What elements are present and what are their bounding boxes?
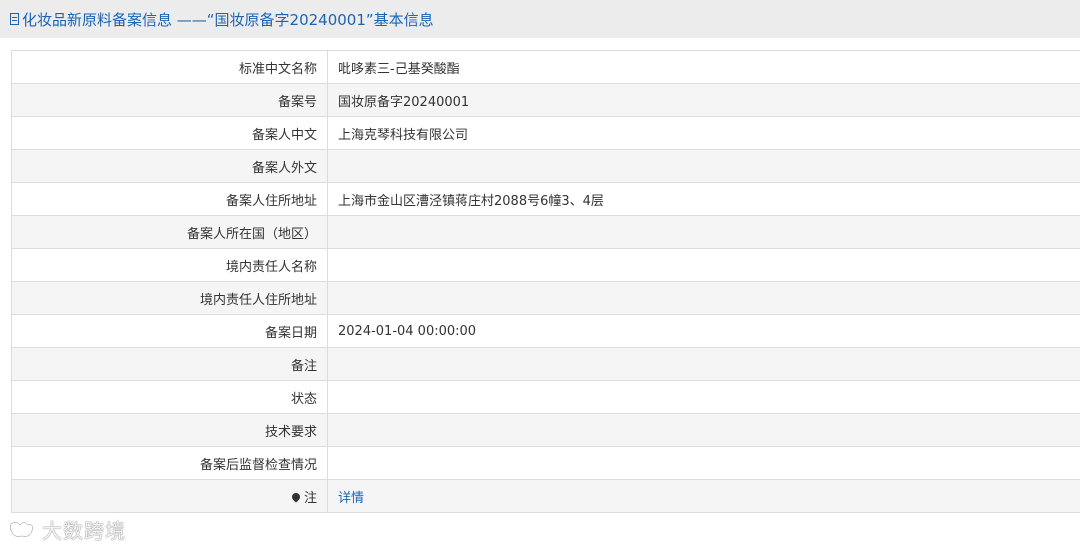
- row-label: 标准中文名称: [11, 50, 328, 84]
- row-value: 吡哆素三-己基癸酸酯: [327, 50, 1080, 84]
- row-label: 备案号: [11, 83, 328, 117]
- row-value: [327, 446, 1080, 480]
- row-label-text: 注: [303, 490, 317, 506]
- row-label: 备注: [11, 347, 328, 381]
- row-label: 备案人外文: [11, 149, 328, 183]
- watermark-logo-icon: [9, 520, 34, 537]
- details-link[interactable]: 详情: [338, 491, 364, 506]
- row-value: [327, 281, 1080, 315]
- table-row: 备注: [11, 347, 1080, 381]
- pin-icon: [290, 490, 302, 503]
- row-value: [327, 215, 1080, 249]
- info-table-container: 标准中文名称 吡哆素三-己基癸酸酯 备案号 国妆原备字20240001 备案人中…: [11, 50, 1080, 513]
- info-table: 标准中文名称 吡哆素三-己基癸酸酯 备案号 国妆原备字20240001 备案人中…: [11, 50, 1080, 513]
- row-label: 境内责任人名称: [11, 248, 328, 282]
- page: 化妆品新原料备案信息 ——“国妆原备字20240001”基本信息 标准中文名称 …: [0, 0, 1080, 550]
- row-value: [327, 248, 1080, 282]
- row-label: 境内责任人住所地址: [11, 281, 328, 315]
- document-icon: [10, 13, 19, 25]
- row-label-note: 注: [11, 479, 328, 513]
- watermark-text: 大数跨境: [42, 519, 126, 543]
- table-row: 注 详情: [11, 479, 1080, 513]
- page-header: 化妆品新原料备案信息 ——“国妆原备字20240001”基本信息: [0, 0, 1080, 38]
- table-row: 技术要求: [11, 413, 1080, 447]
- row-value: 上海克琴科技有限公司: [327, 116, 1080, 150]
- row-value: [327, 380, 1080, 414]
- row-value: [327, 149, 1080, 183]
- row-label: 备案日期: [11, 314, 328, 348]
- row-value-link: 详情: [327, 479, 1080, 513]
- row-label: 备案人所在国（地区）: [11, 215, 328, 249]
- row-label: 备案人中文: [11, 116, 328, 150]
- table-row: 境内责任人名称: [11, 248, 1080, 282]
- table-row: 备案人外文: [11, 149, 1080, 183]
- row-value: 国妆原备字20240001: [327, 83, 1080, 117]
- table-row: 状态: [11, 380, 1080, 414]
- row-value: [327, 347, 1080, 381]
- row-value: 2024-01-04 00:00:00: [327, 314, 1080, 348]
- row-value: [327, 413, 1080, 447]
- row-label: 技术要求: [11, 413, 328, 447]
- row-label: 备案人住所地址: [11, 182, 328, 216]
- watermark: 大数跨境: [8, 515, 126, 544]
- row-label: 状态: [11, 380, 328, 414]
- table-row: 备案号 国妆原备字20240001: [11, 83, 1080, 117]
- row-label: 备案后监督检查情况: [11, 446, 328, 480]
- table-row: 备案日期 2024-01-04 00:00:00: [11, 314, 1080, 348]
- row-value: 上海市金山区漕泾镇蒋庄村2088号6幢3、4层: [327, 182, 1080, 216]
- table-row: 境内责任人住所地址: [11, 281, 1080, 315]
- table-row: 备案人住所地址 上海市金山区漕泾镇蒋庄村2088号6幢3、4层: [11, 182, 1080, 216]
- page-title: 化妆品新原料备案信息 ——“国妆原备字20240001”基本信息: [22, 10, 434, 29]
- table-row: 备案后监督检查情况: [11, 446, 1080, 480]
- table-row: 标准中文名称 吡哆素三-己基癸酸酯: [11, 50, 1080, 84]
- table-row: 备案人所在国（地区）: [11, 215, 1080, 249]
- table-row: 备案人中文 上海克琴科技有限公司: [11, 116, 1080, 150]
